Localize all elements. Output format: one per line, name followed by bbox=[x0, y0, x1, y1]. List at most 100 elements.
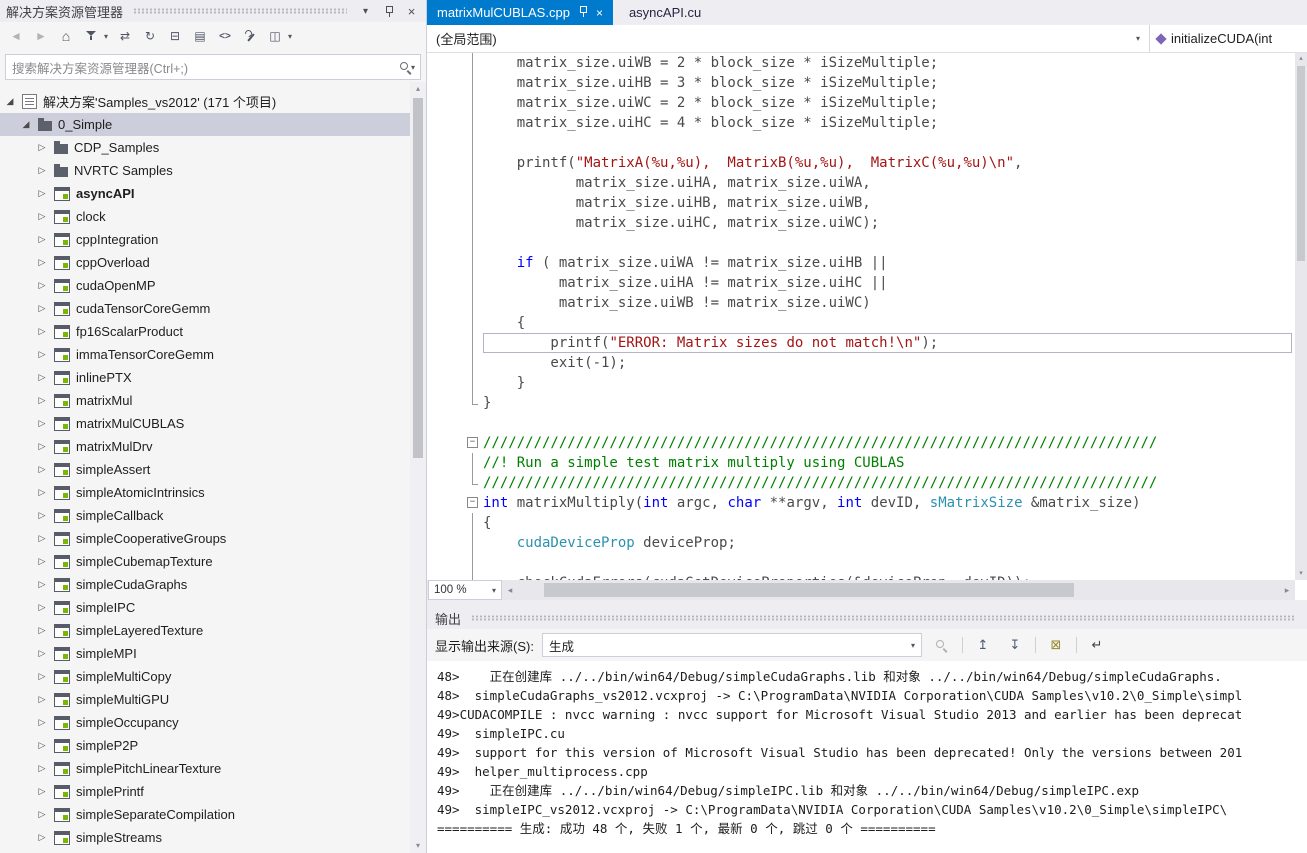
code-line[interactable]: { bbox=[427, 513, 1295, 533]
refresh-icon[interactable]: ↻ bbox=[142, 27, 158, 45]
tree-item-fp16scalarproduct[interactable]: ▷ fp16ScalarProduct bbox=[0, 320, 410, 343]
tree-item-simplemultigpu[interactable]: ▷ simpleMultiGPU bbox=[0, 688, 410, 711]
tree-item-cudatensorcoregemm[interactable]: ▷ cudaTensorCoreGemm bbox=[0, 297, 410, 320]
back-icon[interactable]: ◄ bbox=[8, 27, 24, 45]
expanded-arrow-icon[interactable]: ◢ bbox=[4, 96, 16, 107]
vertical-scrollbar[interactable]: ▴ ▾ bbox=[1295, 53, 1307, 580]
tree-item-inlineptx[interactable]: ▷ inlinePTX bbox=[0, 366, 410, 389]
tree-item-simpleipc[interactable]: ▷ simpleIPC bbox=[0, 596, 410, 619]
scroll-right-icon[interactable]: ▸ bbox=[1279, 585, 1295, 596]
toolbar-overflow-caret-icon[interactable]: ▾ bbox=[288, 32, 292, 41]
code-line[interactable]: cudaDeviceProp deviceProp; bbox=[427, 533, 1295, 553]
member-dropdown[interactable]: initializeCUDA(int bbox=[1150, 25, 1307, 52]
collapsed-arrow-icon[interactable]: ▷ bbox=[36, 418, 48, 429]
collapsed-arrow-icon[interactable]: ▷ bbox=[36, 464, 48, 475]
tree-item-asyncapi[interactable]: ▷ asyncAPI bbox=[0, 182, 410, 205]
collapsed-arrow-icon[interactable]: ▷ bbox=[36, 188, 48, 199]
output-source-dropdown[interactable]: 生成 ▾ bbox=[541, 633, 922, 657]
collapsed-arrow-icon[interactable]: ▷ bbox=[36, 510, 48, 521]
tab-matrixmulcublas-cpp[interactable]: matrixMulCUBLAS.cpp × bbox=[427, 0, 613, 25]
code-editor[interactable]: matrix_size.uiWB = 2 * block_size * iSiz… bbox=[427, 53, 1295, 580]
collapsed-arrow-icon[interactable]: ▷ bbox=[36, 648, 48, 659]
collapse-all-icon[interactable]: ⊟ bbox=[167, 27, 183, 45]
code-line[interactable]: −///////////////////////////////////////… bbox=[427, 433, 1295, 453]
home-icon[interactable]: ⌂ bbox=[58, 27, 74, 45]
tree-item-simplelayeredtexture[interactable]: ▷ simpleLayeredTexture bbox=[0, 619, 410, 642]
collapsed-arrow-icon[interactable]: ▷ bbox=[36, 234, 48, 245]
collapsed-arrow-icon[interactable]: ▷ bbox=[36, 211, 48, 222]
tree-item-simpleprintf[interactable]: ▷ simplePrintf bbox=[0, 780, 410, 803]
tree-item-simplecallback[interactable]: ▷ simpleCallback bbox=[0, 504, 410, 527]
output-log[interactable]: 48> 正在创建库 ../../bin/win64/Debug/simpleCu… bbox=[427, 661, 1307, 853]
panel-splitter[interactable] bbox=[427, 600, 1307, 607]
close-icon[interactable]: × bbox=[403, 3, 420, 20]
collapsed-arrow-icon[interactable]: ▷ bbox=[36, 763, 48, 774]
code-line[interactable]: if ( matrix_size.uiWA != matrix_size.uiH… bbox=[427, 253, 1295, 273]
collapsed-arrow-icon[interactable]: ▷ bbox=[36, 165, 48, 176]
collapsed-arrow-icon[interactable]: ▷ bbox=[36, 556, 48, 567]
tree-item-immatensorcoregemm[interactable]: ▷ immaTensorCoreGemm bbox=[0, 343, 410, 366]
code-line[interactable]: //! Run a simple test matrix multiply us… bbox=[427, 453, 1295, 473]
scrollbar-thumb[interactable] bbox=[413, 98, 423, 458]
code-line[interactable]: printf("MatrixA(%u,%u), MatrixB(%u,%u), … bbox=[427, 153, 1295, 173]
scrollbar-thumb[interactable] bbox=[544, 583, 1074, 597]
tree-item-simplecudagraphs[interactable]: ▷ simpleCudaGraphs bbox=[0, 573, 410, 596]
tree-item-cdp-samples[interactable]: ▷ CDP_Samples bbox=[0, 136, 410, 159]
forward-icon[interactable]: ► bbox=[33, 27, 49, 45]
tree-item-matrixmul[interactable]: ▷ matrixMul bbox=[0, 389, 410, 412]
next-message-icon[interactable]: ↧ bbox=[1003, 634, 1027, 656]
collapsed-arrow-icon[interactable]: ▷ bbox=[36, 280, 48, 291]
tree-item-simplemulticopy[interactable]: ▷ simpleMultiCopy bbox=[0, 665, 410, 688]
tree-item-nvrtc-samples[interactable]: ▷ NVRTC Samples bbox=[0, 159, 410, 182]
code-line[interactable]: ////////////////////////////////////////… bbox=[427, 473, 1295, 493]
solution-node[interactable]: ◢ 解决方案'Samples_vs2012' (171 个项目) bbox=[0, 90, 410, 113]
close-tab-icon[interactable]: × bbox=[596, 7, 603, 19]
collapsed-arrow-icon[interactable]: ▷ bbox=[36, 349, 48, 360]
collapsed-arrow-icon[interactable]: ▷ bbox=[36, 533, 48, 544]
collapsed-arrow-icon[interactable]: ▷ bbox=[36, 694, 48, 705]
scroll-down-icon[interactable]: ▾ bbox=[1295, 568, 1307, 580]
tree-item-simplecubemaptexture[interactable]: ▷ simpleCubemapTexture bbox=[0, 550, 410, 573]
tree-item-simpleseparatecompilation[interactable]: ▷ simpleSeparateCompilation bbox=[0, 803, 410, 826]
code-line[interactable]: } bbox=[427, 373, 1295, 393]
scrollbar-thumb[interactable] bbox=[1297, 66, 1305, 261]
view-code-icon[interactable]: <> bbox=[217, 27, 233, 45]
solution-tree[interactable]: ◢ 解决方案'Samples_vs2012' (171 个项目) ◢ 0_Simple… bbox=[0, 82, 410, 853]
collapsed-arrow-icon[interactable]: ▷ bbox=[36, 579, 48, 590]
code-line[interactable]: matrix_size.uiWC = 2 * block_size * iSiz… bbox=[427, 93, 1295, 113]
scroll-left-icon[interactable]: ◂ bbox=[502, 585, 518, 596]
scroll-down-icon[interactable]: ▾ bbox=[410, 839, 426, 853]
collapsed-arrow-icon[interactable]: ▷ bbox=[36, 625, 48, 636]
search-icon[interactable] bbox=[399, 61, 412, 74]
search-input[interactable]: 搜索解决方案资源管理器(Ctrl+;) ▾ bbox=[5, 54, 421, 80]
collapsed-arrow-icon[interactable]: ▷ bbox=[36, 372, 48, 383]
word-wrap-icon[interactable]: ↵ bbox=[1085, 634, 1109, 656]
code-line[interactable]: checkCudaErrors(cudaGetDeviceProperties(… bbox=[427, 573, 1295, 580]
tree-item-matrixmulcublas[interactable]: ▷ matrixMulCUBLAS bbox=[0, 412, 410, 435]
collapsed-arrow-icon[interactable]: ▷ bbox=[36, 786, 48, 797]
code-line[interactable]: matrix_size.uiHC = 4 * block_size * iSiz… bbox=[427, 113, 1295, 133]
properties-icon[interactable] bbox=[242, 27, 258, 45]
show-all-files-icon[interactable]: ▤ bbox=[192, 27, 208, 45]
prev-message-icon[interactable]: ↥ bbox=[971, 634, 995, 656]
window-position-icon[interactable]: ▾ bbox=[357, 3, 374, 20]
expanded-arrow-icon[interactable]: ◢ bbox=[20, 119, 32, 130]
scope-dropdown[interactable]: (全局范围) ▾ bbox=[427, 25, 1150, 52]
clear-all-icon[interactable]: ⊠ bbox=[1044, 634, 1068, 656]
tree-item-simplep2p[interactable]: ▷ simpleP2P bbox=[0, 734, 410, 757]
solution-explorer-title-bar[interactable]: 解决方案资源管理器 ▾ × bbox=[0, 0, 426, 22]
fold-gutter[interactable]: − bbox=[427, 493, 483, 513]
tree-item-simpleoccupancy[interactable]: ▷ simpleOccupancy bbox=[0, 711, 410, 734]
tree-item-clock[interactable]: ▷ clock bbox=[0, 205, 410, 228]
tree-item-simpleatomicintrinsics[interactable]: ▷ simpleAtomicIntrinsics bbox=[0, 481, 410, 504]
tree-item-cppoverload[interactable]: ▷ cppOverload bbox=[0, 251, 410, 274]
collapsed-arrow-icon[interactable]: ▷ bbox=[36, 326, 48, 337]
auto-hide-pin-icon[interactable] bbox=[380, 3, 397, 20]
code-line[interactable] bbox=[427, 413, 1295, 433]
tree-item-simplecooperativegroups[interactable]: ▷ simpleCooperativeGroups bbox=[0, 527, 410, 550]
output-title-bar[interactable]: 输出 bbox=[427, 607, 1307, 629]
code-line[interactable]: matrix_size.uiHB, matrix_size.uiWB, bbox=[427, 193, 1295, 213]
current-code-line[interactable]: printf("ERROR: Matrix sizes do not match… bbox=[427, 333, 1295, 353]
tree-item-0-simple[interactable]: ◢ 0_Simple bbox=[0, 113, 410, 136]
code-line[interactable] bbox=[427, 133, 1295, 153]
